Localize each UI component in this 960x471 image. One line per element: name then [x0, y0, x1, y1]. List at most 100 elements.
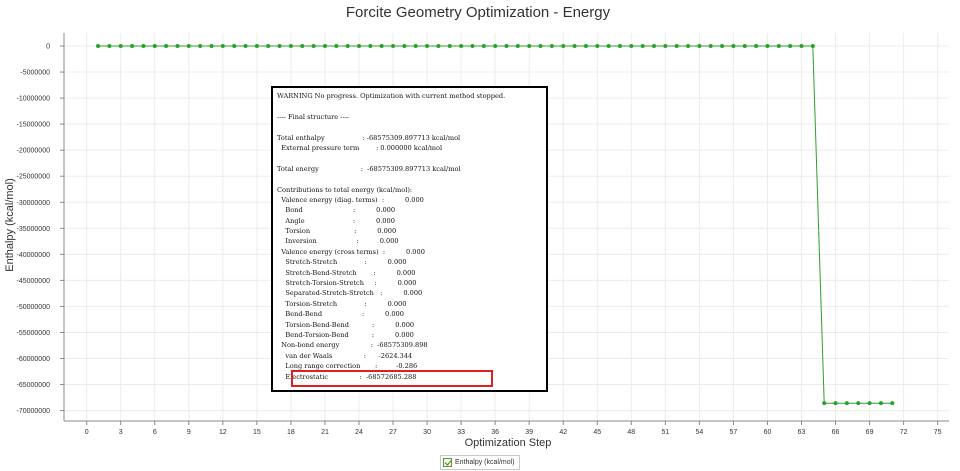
- log-blank-line: [277, 122, 542, 132]
- y-tick-label: -55000000: [17, 330, 51, 337]
- data-point: [232, 44, 237, 49]
- data-point: [527, 44, 532, 49]
- data-point: [583, 44, 588, 49]
- data-point: [776, 44, 781, 49]
- y-tick-label: -5000000: [20, 70, 50, 77]
- data-point: [288, 44, 293, 49]
- data-point: [141, 44, 146, 49]
- x-tick-label: 9: [187, 429, 191, 436]
- data-point: [493, 44, 498, 49]
- data-point: [322, 44, 327, 49]
- legend-label: Enthalpy (kcal/mol): [455, 459, 515, 466]
- data-point: [220, 44, 225, 49]
- data-point: [617, 44, 622, 49]
- data-point: [822, 401, 827, 406]
- data-point: [402, 44, 407, 49]
- data-point: [572, 44, 577, 49]
- data-point: [697, 44, 702, 49]
- log-line: Bond : 0.000: [277, 206, 396, 215]
- y-tick-label: -25000000: [17, 174, 51, 181]
- x-tick-labels: 0 3 6 9 12 15 18 21 24 27 30 33 36 39 42 45 48 51 54 57 60 63…: [85, 429, 942, 436]
- data-point: [391, 44, 396, 49]
- data-point: [765, 44, 770, 49]
- data-point: [277, 44, 282, 49]
- data-point: [198, 44, 203, 49]
- data-point: [481, 44, 486, 49]
- y-tick-label: -40000000: [17, 252, 51, 259]
- log-blank-line: [277, 174, 542, 184]
- y-tick-labels: 0 -5000000 -10000000 -15000000 -20000000 -250…: [17, 44, 51, 416]
- log-line: ---- Final structure ----: [277, 112, 350, 121]
- data-point: [742, 44, 747, 49]
- data-point: [561, 44, 566, 49]
- x-tick-label: 12: [219, 429, 227, 436]
- data-point: [788, 44, 793, 49]
- data-point: [459, 44, 464, 49]
- log-line: Contributions to total energy (kcal/mol)…: [277, 185, 413, 194]
- x-tick-label: 69: [866, 429, 874, 436]
- x-tick-label: 3: [119, 429, 123, 436]
- data-point: [754, 44, 759, 49]
- x-tick-label: 63: [798, 429, 806, 436]
- data-point: [652, 44, 656, 49]
- y-tick-label: -20000000: [17, 148, 51, 155]
- data-point: [152, 44, 157, 49]
- y-tick-label: 0: [46, 44, 50, 51]
- data-point: [674, 44, 679, 49]
- data-point: [810, 44, 815, 49]
- data-point: [867, 401, 872, 406]
- x-tick-label: 24: [355, 429, 363, 436]
- x-tick-label: 21: [321, 429, 329, 436]
- data-point: [708, 44, 713, 49]
- x-tick-label: 54: [695, 429, 703, 436]
- log-line: Stretch-Bend-Stretch : 0.000: [277, 268, 416, 277]
- data-point: [799, 44, 804, 49]
- legend-checkbox-icon[interactable]: [443, 458, 452, 467]
- log-line: Torsion-Bend-Bend : 0.000: [277, 320, 415, 329]
- x-tick-label: 45: [593, 429, 601, 436]
- log-line: Total enthalpy : -68575309.897713 kcal/m…: [277, 133, 461, 142]
- log-line: Stretch-Stretch : 0.000: [277, 258, 407, 267]
- data-point: [447, 44, 452, 49]
- data-point: [504, 44, 509, 49]
- y-tick-label: -15000000: [17, 122, 51, 129]
- data-point: [130, 44, 135, 49]
- data-point: [300, 44, 305, 49]
- data-point: [515, 44, 520, 49]
- data-point: [606, 44, 611, 49]
- x-tick-label: 0: [85, 429, 89, 436]
- data-point: [266, 44, 271, 49]
- data-point: [686, 44, 691, 49]
- chart-legend[interactable]: Enthalpy (kcal/mol): [440, 455, 520, 470]
- y-tick-label: -50000000: [17, 304, 51, 311]
- y-tick-label: -10000000: [17, 96, 51, 103]
- x-tick-label: 6: [153, 429, 157, 436]
- x-tick-label: 51: [661, 429, 669, 436]
- x-tick-label: 48: [627, 429, 635, 436]
- x-tick-label: 72: [900, 429, 908, 436]
- data-point: [720, 44, 725, 49]
- data-point: [595, 44, 600, 49]
- log-line: Bend-Torsion-Bend : 0.000: [277, 330, 414, 339]
- data-point: [436, 44, 441, 49]
- data-point: [379, 44, 384, 49]
- data-point: [175, 44, 180, 49]
- data-point: [629, 44, 634, 49]
- y-axis-label: Enthalpy (kcal/mol): [4, 178, 16, 272]
- electrostatic-highlight: [291, 370, 493, 387]
- log-blank-line: [277, 153, 542, 163]
- log-line: Bend-Bend : 0.000: [277, 310, 404, 319]
- log-line: Angle : 0.000: [277, 216, 395, 225]
- x-tick-label: 75: [934, 429, 942, 436]
- x-tick-label: 36: [491, 429, 499, 436]
- data-point: [640, 44, 645, 49]
- y-tick-label: -45000000: [17, 278, 51, 285]
- data-point: [118, 44, 123, 49]
- log-line: Total energy : -68575309.897713 kcal/mol: [277, 164, 461, 173]
- optimization-log-panel: WARNING No progress. Optimization with c…: [271, 86, 548, 392]
- log-line: Separated-Stretch-Stretch : 0.000: [277, 289, 423, 298]
- x-axis-label: Optimization Step: [465, 437, 552, 449]
- x-tick-label: 18: [287, 429, 295, 436]
- data-point: [96, 44, 101, 49]
- x-tick-label: 42: [559, 429, 567, 436]
